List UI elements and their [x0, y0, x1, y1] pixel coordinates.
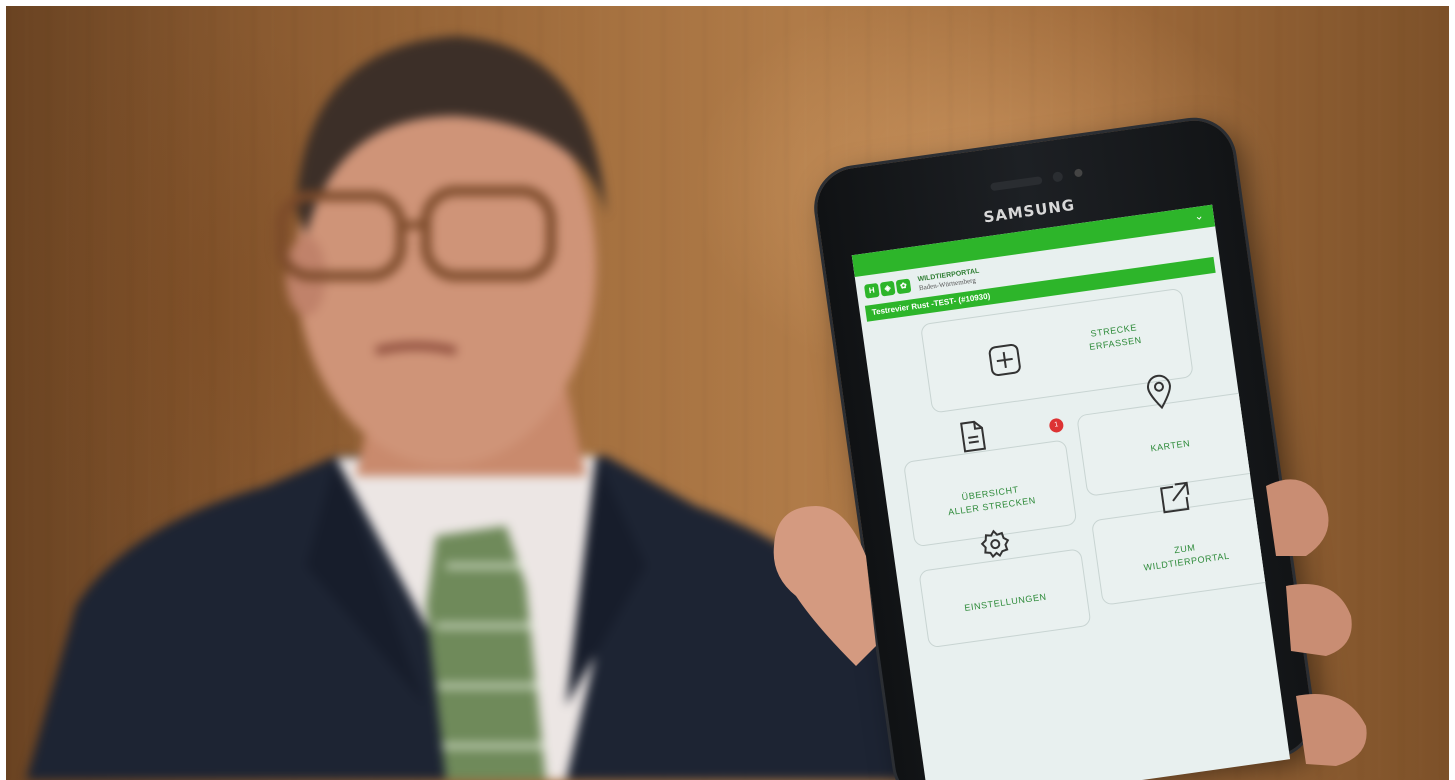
- front-camera: [1052, 171, 1064, 183]
- notification-badge: 1: [1048, 417, 1065, 434]
- speaker-grille: [990, 176, 1043, 192]
- map-pin-icon: [1147, 374, 1171, 410]
- sensor: [1073, 168, 1083, 178]
- hand: [773, 479, 1367, 766]
- tile-label-line1: KARTEN: [1149, 438, 1191, 454]
- logo-mark-icon: ◈: [879, 280, 896, 297]
- chevron-down-icon[interactable]: ⌄: [1194, 209, 1205, 223]
- logo-mark-icon: ✿: [895, 278, 912, 295]
- photo-scene: SAMSUNG ⌄ H ◈ ✿ WILDTIERPORTAL Baden-Wür…: [6, 6, 1449, 780]
- logo-mark-icon: H: [863, 282, 880, 299]
- plus-square-icon: [988, 343, 1021, 377]
- document-icon: [960, 420, 987, 453]
